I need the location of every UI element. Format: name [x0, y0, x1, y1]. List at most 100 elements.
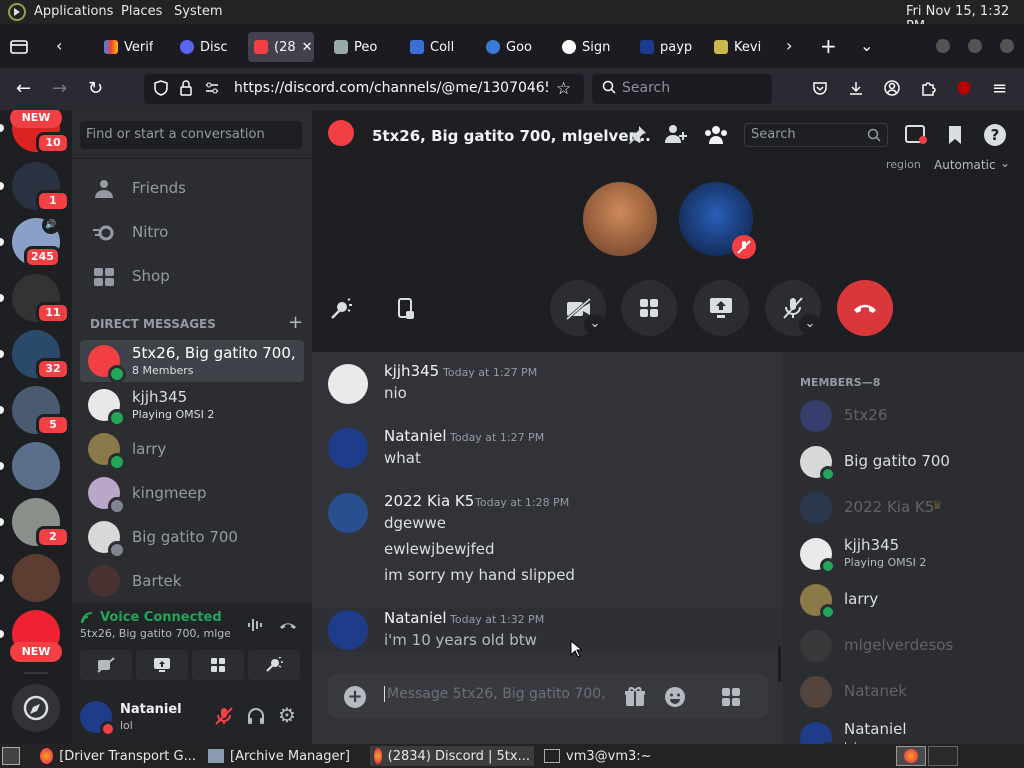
- region-select[interactable]: Automatic: [934, 158, 996, 172]
- browser-tab[interactable]: Kevi: [714, 32, 761, 62]
- share-screen-button[interactable]: [136, 650, 188, 680]
- share-screen-button[interactable]: [693, 280, 749, 336]
- downloads-icon[interactable]: [848, 80, 864, 96]
- upload-plus-icon[interactable]: +: [344, 686, 366, 708]
- system-menu[interactable]: System: [174, 4, 222, 19]
- tracking-shield-icon[interactable]: [154, 80, 168, 96]
- close-tab-icon[interactable]: ✕: [302, 40, 313, 55]
- apps-icon[interactable]: [720, 686, 742, 708]
- dm-item[interactable]: larry: [80, 428, 304, 471]
- pocket-icon[interactable]: [812, 80, 828, 96]
- browser-tab[interactable]: payp: [640, 32, 692, 62]
- create-dm-icon[interactable]: +: [288, 312, 303, 333]
- chat-scrollbar[interactable]: [778, 646, 781, 682]
- channel-title[interactable]: 5tx26, Big gatito 700, mlgelver...: [372, 127, 651, 145]
- server-icon[interactable]: [12, 442, 60, 490]
- inbox-icon[interactable]: [904, 124, 928, 146]
- show-desktop-icon[interactable]: [2, 747, 20, 765]
- nav-shop[interactable]: Shop: [80, 256, 304, 298]
- pinned-messages-icon[interactable]: [626, 124, 648, 146]
- browser-tab[interactable]: Goo: [486, 32, 532, 62]
- member-item[interactable]: 5tx26: [800, 394, 1020, 438]
- taskbar-item-active[interactable]: (2834) Discord | 5tx...: [370, 746, 534, 766]
- emoji-icon[interactable]: [664, 686, 686, 708]
- gift-icon[interactable]: [624, 686, 646, 708]
- applications-menu[interactable]: Applications: [34, 4, 113, 19]
- chevron-down-icon[interactable]: ⌄: [1000, 156, 1010, 170]
- find-conversation-input[interactable]: Find or start a conversation: [80, 121, 302, 149]
- member-item[interactable]: mlgelverdesos: [800, 624, 1020, 668]
- add-friends-icon[interactable]: [664, 123, 688, 145]
- close-window-icon[interactable]: [1000, 39, 1014, 53]
- lock-icon[interactable]: [180, 80, 192, 96]
- taskbar-item[interactable]: vm3@vm3:~: [540, 746, 690, 766]
- extensions-icon[interactable]: [920, 80, 936, 96]
- noise-suppression-icon[interactable]: [246, 615, 266, 635]
- member-item[interactable]: Big gatito 700: [800, 440, 1020, 484]
- web-search-bar[interactable]: Search: [592, 74, 772, 104]
- message-author[interactable]: kjjh345: [384, 362, 439, 380]
- tab-overview-icon[interactable]: [10, 38, 28, 54]
- disconnect-icon[interactable]: [278, 616, 298, 634]
- browser-tab-active[interactable]: (28 ✕: [248, 32, 314, 62]
- tab-scroll-left-icon[interactable]: ‹: [56, 37, 62, 55]
- back-icon[interactable]: ←: [16, 80, 31, 98]
- list-all-tabs-icon[interactable]: ⌄: [860, 37, 873, 55]
- workspace-2[interactable]: [928, 746, 958, 766]
- channel-search-input[interactable]: Search: [744, 123, 888, 147]
- member-item[interactable]: Nataniellol: [800, 716, 1020, 744]
- participant-avatar[interactable]: [580, 179, 660, 259]
- headphones-icon[interactable]: [246, 706, 266, 726]
- dm-item[interactable]: Big gatito 700: [80, 516, 304, 559]
- url-bar[interactable]: https://discord.com/channels/@me/1307046…: [144, 74, 584, 104]
- reload-icon[interactable]: ↻: [88, 80, 103, 98]
- activities-button[interactable]: [621, 280, 677, 336]
- message-author[interactable]: Nataniel: [384, 427, 447, 445]
- server-icon[interactable]: [12, 554, 60, 602]
- avatar[interactable]: [328, 493, 368, 533]
- bookmark-star-icon[interactable]: ☆: [556, 79, 571, 99]
- nav-nitro[interactable]: Nitro: [80, 212, 304, 254]
- dm-item[interactable]: kingmeep: [80, 472, 304, 515]
- places-menu[interactable]: Places: [121, 4, 162, 19]
- help-icon[interactable]: ?: [984, 124, 1006, 146]
- avatar[interactable]: [328, 364, 368, 404]
- soundboard-icon[interactable]: [330, 298, 352, 320]
- ublock-origin-icon[interactable]: [956, 80, 972, 96]
- camera-button[interactable]: ⌄: [550, 280, 606, 336]
- explore-servers-button[interactable]: [12, 684, 60, 732]
- browser-tab[interactable]: Peo: [334, 32, 377, 62]
- mic-muted-icon[interactable]: [214, 706, 234, 726]
- leave-call-button[interactable]: [837, 280, 893, 336]
- message-composer[interactable]: + Message 5tx26, Big gatito 700, ...: [328, 674, 768, 718]
- bookmark-icon[interactable]: [946, 124, 964, 146]
- member-item[interactable]: 2022 Kia K5 ♛: [800, 486, 1020, 530]
- browser-tab[interactable]: Verif: [104, 32, 153, 62]
- user-settings-icon[interactable]: ⚙: [278, 705, 296, 725]
- voice-status[interactable]: Voice Connected: [100, 610, 222, 625]
- menu-hamburger-icon[interactable]: ≡: [992, 80, 1007, 98]
- taskbar-item[interactable]: [Driver Transport G...: [36, 746, 200, 766]
- dm-item-group[interactable]: 5tx26, Big gatito 700, ... 8 Members: [80, 340, 304, 383]
- member-item[interactable]: kjjh345 Playing OMSI 2: [800, 532, 1020, 576]
- browser-tab[interactable]: Coll: [410, 32, 454, 62]
- member-item[interactable]: larry: [800, 578, 1020, 622]
- mute-microphone-button[interactable]: ⌄: [765, 280, 821, 336]
- browser-tab[interactable]: Sign: [562, 32, 610, 62]
- dm-item[interactable]: Bartek: [80, 560, 304, 602]
- tab-scroll-right-icon[interactable]: ›: [786, 37, 792, 55]
- chevron-down-icon[interactable]: ⌄: [799, 314, 821, 336]
- message-author[interactable]: Nataniel: [384, 609, 447, 627]
- maximize-icon[interactable]: [968, 39, 982, 53]
- message-author[interactable]: 2022 Kia K5: [384, 492, 474, 510]
- minimize-icon[interactable]: [936, 39, 950, 53]
- message-input[interactable]: Message 5tx26, Big gatito 700, ...: [384, 686, 608, 702]
- firefox-account-icon[interactable]: [884, 80, 900, 96]
- member-item[interactable]: Natanek: [800, 670, 1020, 714]
- nav-friends[interactable]: Friends: [80, 168, 304, 210]
- new-tab-icon[interactable]: +: [820, 36, 837, 56]
- taskbar-item[interactable]: [Archive Manager]: [204, 746, 364, 766]
- activities-button[interactable]: [192, 650, 244, 680]
- avatar[interactable]: [328, 610, 368, 650]
- pop-out-icon[interactable]: [396, 297, 416, 321]
